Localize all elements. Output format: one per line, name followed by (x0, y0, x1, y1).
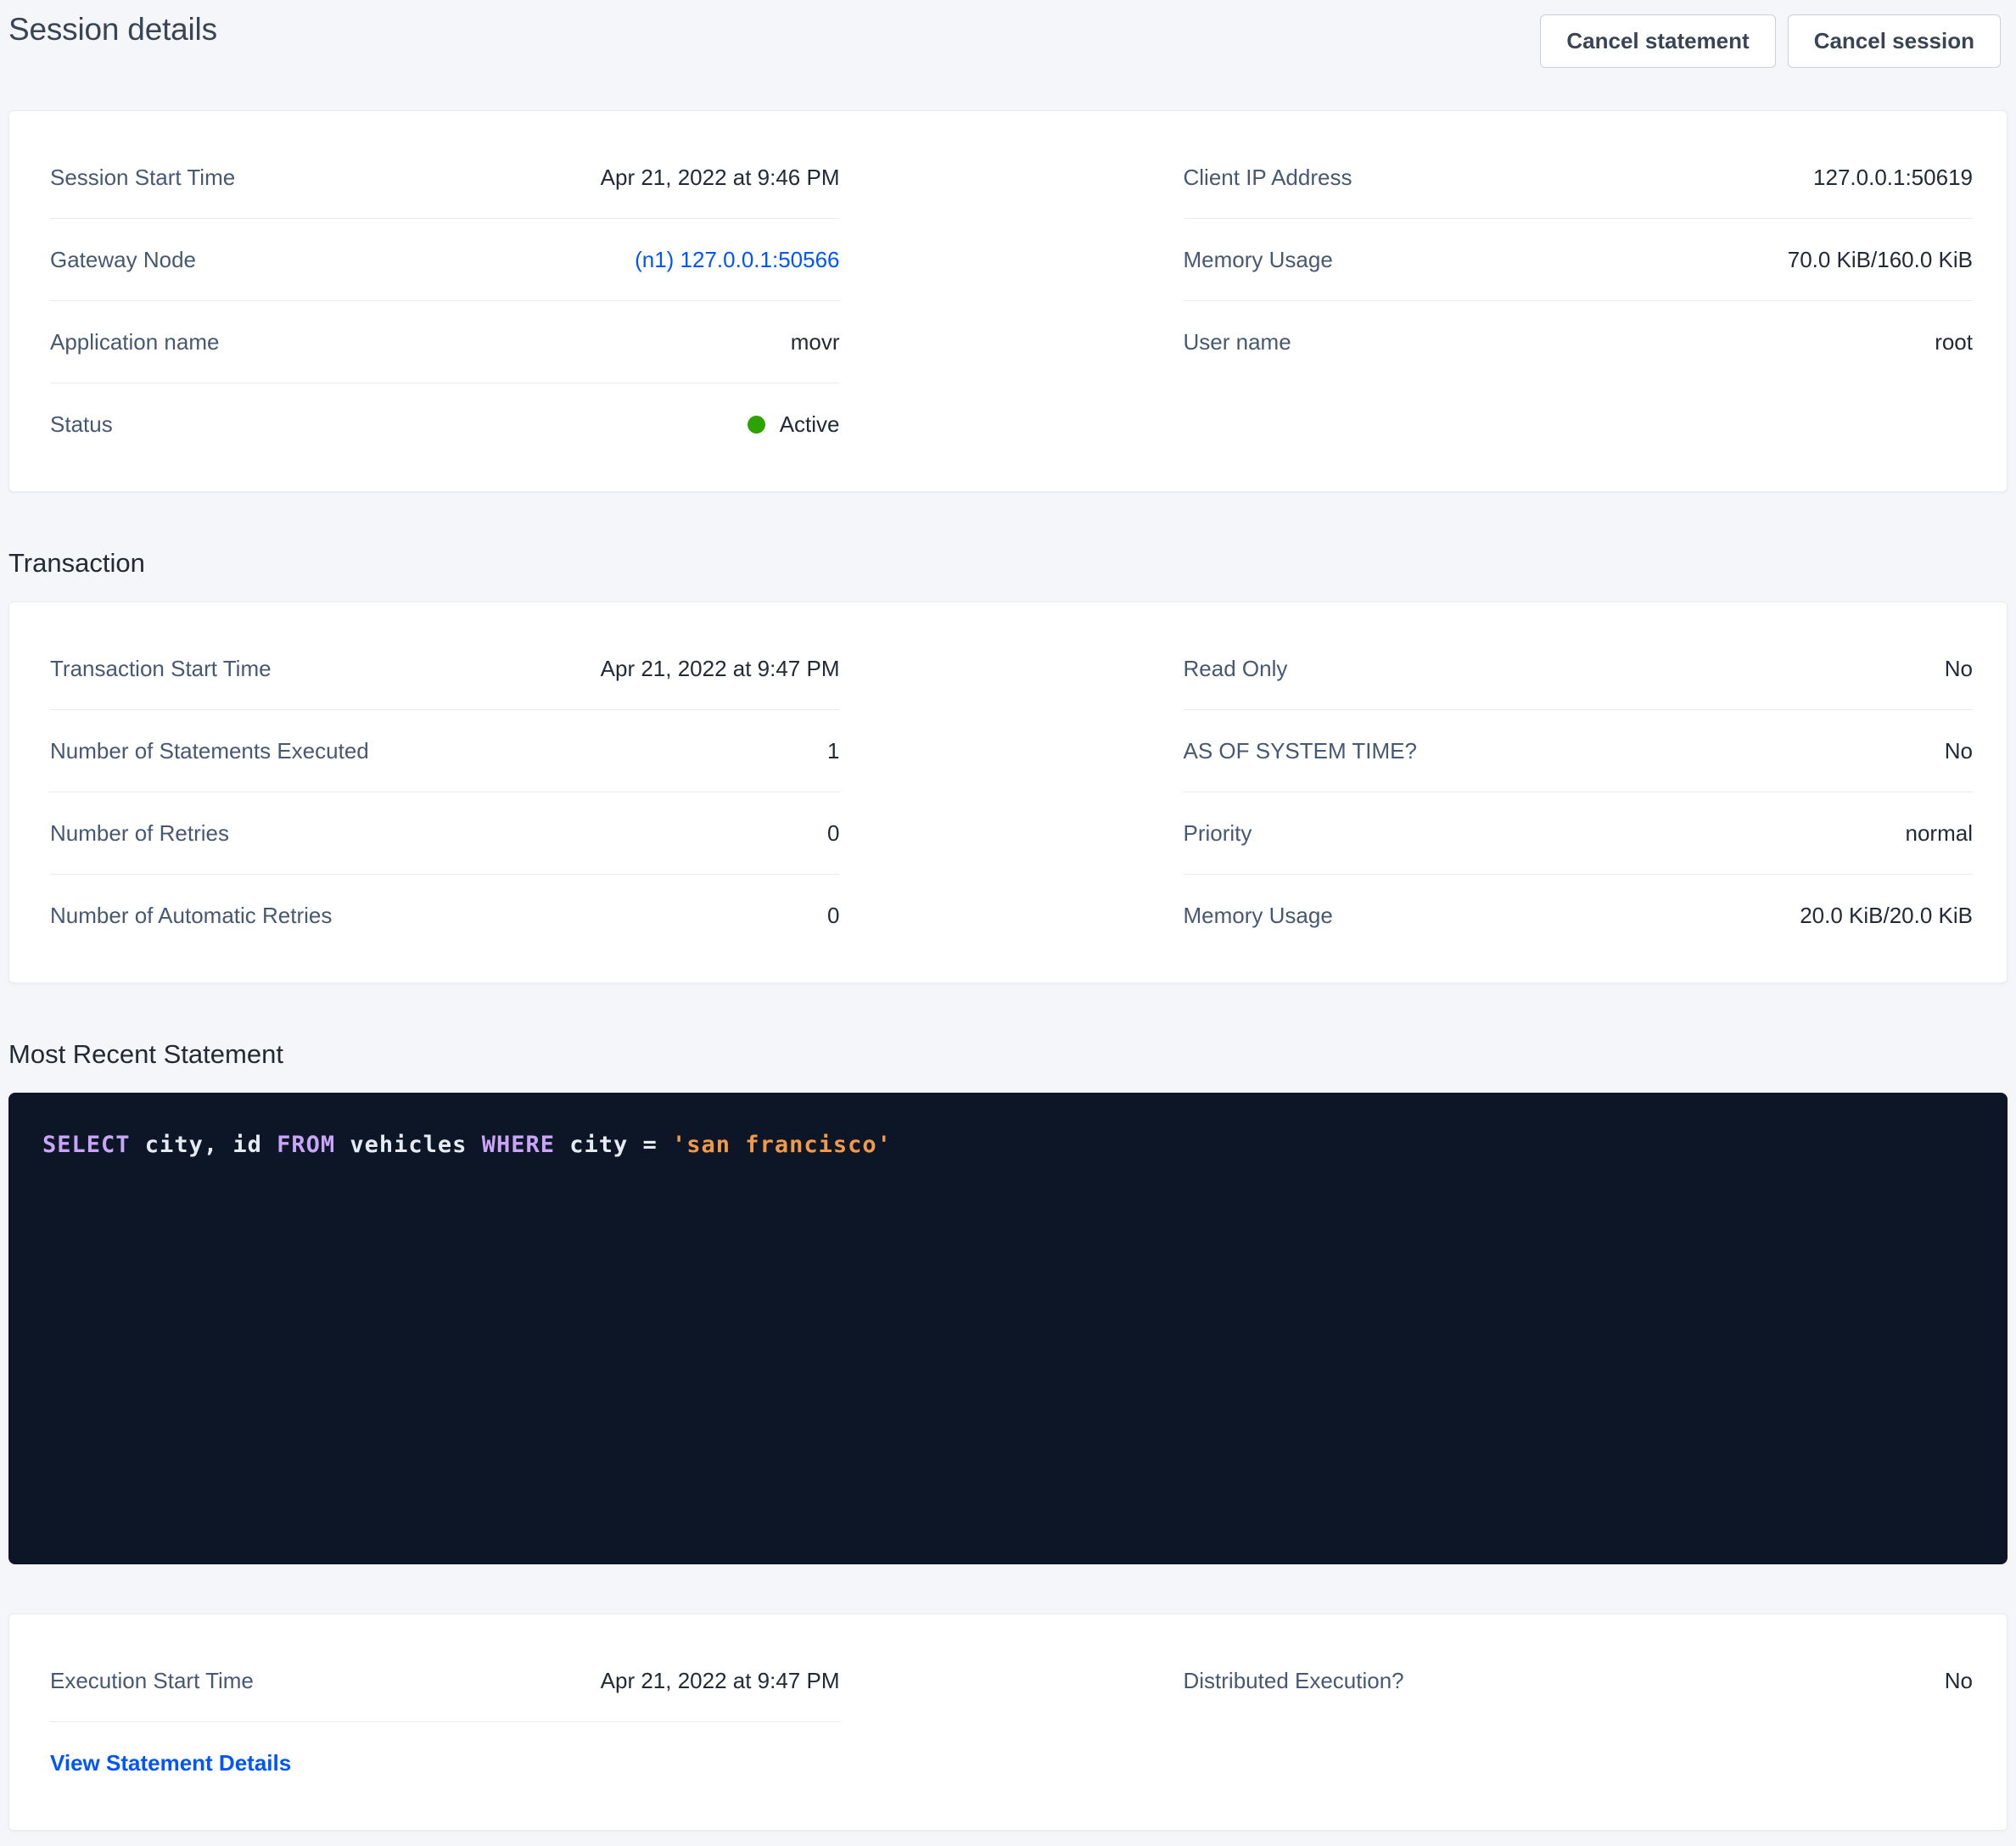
row-label: Number of Automatic Retries (50, 903, 332, 929)
row-label: Read Only (1184, 656, 1288, 682)
row-value: 70.0 KiB/160.0 KiB (1788, 247, 1973, 273)
row-label: Memory Usage (1184, 247, 1333, 273)
summary-row: Number of Statements Executed 1 (50, 710, 840, 792)
row-value: 20.0 KiB/20.0 KiB (1800, 903, 1973, 929)
row-value: 0 (827, 820, 839, 847)
row-label: Status (50, 411, 113, 438)
cancel-session-button[interactable]: Cancel session (1788, 14, 2001, 68)
row-value: movr (791, 329, 840, 355)
view-statement-details-link[interactable]: View Statement Details (50, 1750, 291, 1776)
status-active-dot-icon (748, 416, 765, 434)
sql-statement-box: SELECT city, id FROM vehicles WHERE city… (8, 1093, 2008, 1564)
row-label: Gateway Node (50, 247, 196, 273)
row-label: Memory Usage (1184, 903, 1333, 929)
summary-row: Client IP Address 127.0.0.1:50619 (1184, 137, 1974, 219)
row-label: AS OF SYSTEM TIME? (1184, 738, 1417, 764)
row-label: Number of Retries (50, 820, 229, 847)
summary-row: Distributed Execution? No (1184, 1640, 1974, 1722)
row-label: Session Start Time (50, 165, 235, 191)
summary-row: Memory Usage 20.0 KiB/20.0 KiB (1184, 875, 1974, 957)
row-value: 127.0.0.1:50619 (1813, 165, 1973, 191)
sql-token-string: 'san francisco' (672, 1132, 892, 1158)
summary-row: Number of Automatic Retries 0 (50, 875, 840, 957)
cancel-statement-button[interactable]: Cancel statement (1540, 14, 1775, 68)
row-value: Apr 21, 2022 at 9:47 PM (601, 1668, 840, 1694)
sql-statement: SELECT city, id FROM vehicles WHERE city… (42, 1132, 1974, 1158)
summary-row: Execution Start Time Apr 21, 2022 at 9:47… (50, 1640, 840, 1722)
summary-row: AS OF SYSTEM TIME? No (1184, 710, 1974, 792)
page-title: Session details (8, 10, 217, 48)
session-card-left-column: Session Start Time Apr 21, 2022 at 9:46 P… (50, 137, 840, 466)
row-label: Execution Start Time (50, 1668, 254, 1694)
sql-token-plain: city, id (131, 1132, 277, 1158)
summary-row: Application name movr (50, 301, 840, 383)
row-label: User name (1184, 329, 1291, 355)
gateway-node-link[interactable]: (n1) 127.0.0.1:50566 (635, 247, 839, 273)
status-value: Active (748, 411, 840, 438)
row-label: Distributed Execution? (1184, 1668, 1404, 1694)
row-label: Application name (50, 329, 219, 355)
page-header: Session details Cancel statement Cancel … (8, 10, 2008, 68)
summary-row: Priority normal (1184, 792, 1974, 875)
transaction-card-right-column: Read Only No AS OF SYSTEM TIME? No Priority n… (1184, 628, 1974, 957)
row-label: Transaction Start Time (50, 656, 272, 682)
execution-card: Execution Start Time Apr 21, 2022 at 9:47… (8, 1614, 2008, 1831)
row-label: Client IP Address (1184, 165, 1352, 191)
row-value: No (1945, 656, 1973, 682)
session-summary-card: Session Start Time Apr 21, 2022 at 9:46 P… (8, 110, 2008, 492)
summary-row: Memory Usage 70.0 KiB/160.0 KiB (1184, 219, 1974, 301)
session-card-right-column: Client IP Address 127.0.0.1:50619 Memory U… (1184, 137, 1974, 466)
transaction-heading: Transaction (8, 548, 2008, 579)
row-value: root (1935, 329, 1973, 355)
summary-row: Gateway Node (n1) 127.0.0.1:50566 (50, 219, 840, 301)
session-card-grid: Session Start Time Apr 21, 2022 at 9:46 P… (50, 137, 1973, 466)
execution-card-right-column: Distributed Execution? No (1184, 1640, 1974, 1804)
sql-token-plain: vehicles (335, 1132, 482, 1158)
status-text: Active (780, 411, 840, 438)
row-label: Priority (1184, 820, 1252, 847)
sql-token-keyword: WHERE (482, 1132, 555, 1158)
summary-row: Transaction Start Time Apr 21, 2022 at 9:… (50, 628, 840, 710)
row-value: Apr 21, 2022 at 9:47 PM (601, 656, 840, 682)
row-value: No (1945, 738, 1973, 764)
transaction-card-grid: Transaction Start Time Apr 21, 2022 at 9:… (50, 628, 1973, 957)
execution-card-left-column: Execution Start Time Apr 21, 2022 at 9:47… (50, 1640, 840, 1804)
summary-row: Read Only No (1184, 628, 1974, 710)
header-actions: Cancel statement Cancel session (1540, 10, 2008, 68)
transaction-card: Transaction Start Time Apr 21, 2022 at 9:… (8, 601, 2008, 983)
row-value: No (1945, 1668, 1973, 1694)
summary-row: User name root (1184, 301, 1974, 383)
session-details-page: Session details Cancel statement Cancel … (8, 10, 2008, 1831)
row-value: 1 (827, 738, 839, 764)
execution-card-grid: Execution Start Time Apr 21, 2022 at 9:47… (50, 1640, 1973, 1804)
sql-token-keyword: SELECT (42, 1132, 131, 1158)
sql-token-plain: city = (555, 1132, 672, 1158)
row-value: Apr 21, 2022 at 9:46 PM (601, 165, 840, 191)
sql-token-keyword: FROM (277, 1132, 335, 1158)
summary-row: Session Start Time Apr 21, 2022 at 9:46 P… (50, 137, 840, 219)
row-value: normal (1906, 820, 1973, 847)
row-value: 0 (827, 903, 839, 929)
summary-row: Number of Retries 0 (50, 792, 840, 875)
summary-row: View Statement Details (50, 1722, 840, 1804)
most-recent-statement-heading: Most Recent Statement (8, 1039, 2008, 1070)
row-label: Number of Statements Executed (50, 738, 369, 764)
transaction-card-left-column: Transaction Start Time Apr 21, 2022 at 9:… (50, 628, 840, 957)
summary-row: Status Active (50, 383, 840, 466)
